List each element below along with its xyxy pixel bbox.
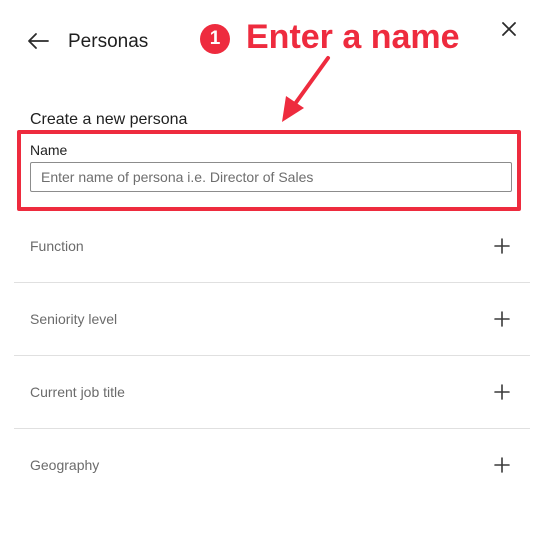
back-button[interactable] <box>22 26 54 56</box>
seniority-level-label: Seniority level <box>30 311 118 327</box>
current-job-title-label: Current job title <box>30 384 125 400</box>
section-heading: Create a new persona <box>30 111 188 128</box>
geography-label: Geography <box>30 457 100 473</box>
current-job-title-row[interactable]: Current job title <box>14 356 530 429</box>
plus-icon[interactable] <box>494 384 510 400</box>
name-label: Name <box>30 142 68 158</box>
plus-icon[interactable] <box>494 238 510 254</box>
close-icon <box>502 22 516 36</box>
plus-icon[interactable] <box>494 457 510 473</box>
step-badge: 1 <box>200 24 230 54</box>
arrow-left-icon <box>28 33 49 49</box>
seniority-level-row[interactable]: Seniority level <box>14 283 530 356</box>
page-title: Personas <box>68 31 149 52</box>
name-input[interactable] <box>30 162 512 192</box>
plus-icon[interactable] <box>494 311 510 327</box>
geography-row[interactable]: Geography <box>14 429 530 502</box>
function-label: Function <box>30 238 84 254</box>
close-button[interactable] <box>496 16 522 42</box>
callout-arrow-icon <box>282 56 330 122</box>
function-row[interactable]: Function <box>14 210 530 283</box>
